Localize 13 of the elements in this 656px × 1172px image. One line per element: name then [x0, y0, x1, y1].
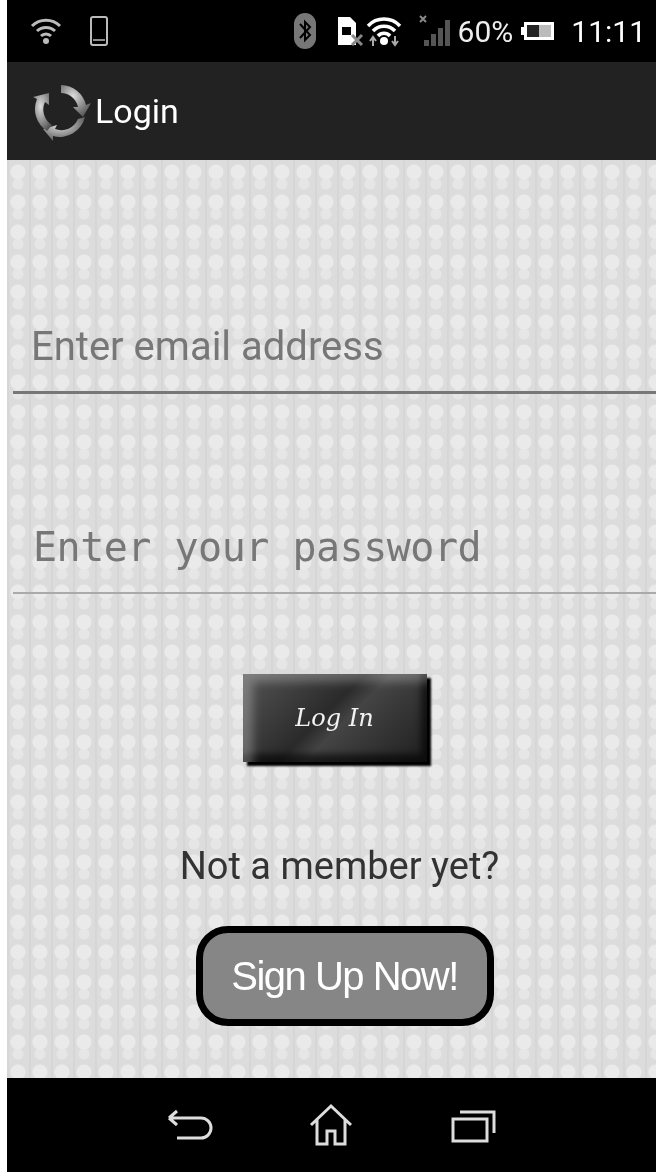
bluetooth-icon [293, 13, 316, 49]
signup-button[interactable]: Sign Up Now! [195, 926, 494, 1026]
app-title: Login [95, 91, 179, 131]
password-field[interactable]: Enter your password [13, 510, 656, 594]
battery-percent: 60% [457, 13, 514, 49]
sim-card-icon [335, 15, 364, 47]
email-field[interactable]: Enter email address [13, 310, 656, 394]
login-button[interactable]: Log In [242, 674, 427, 762]
clock-time: 11:11 [571, 13, 646, 49]
signup-prompt: Not a member yet? [179, 844, 500, 888]
home-icon[interactable] [308, 1103, 355, 1147]
phone-icon [89, 14, 109, 48]
signal-icon [417, 14, 452, 48]
